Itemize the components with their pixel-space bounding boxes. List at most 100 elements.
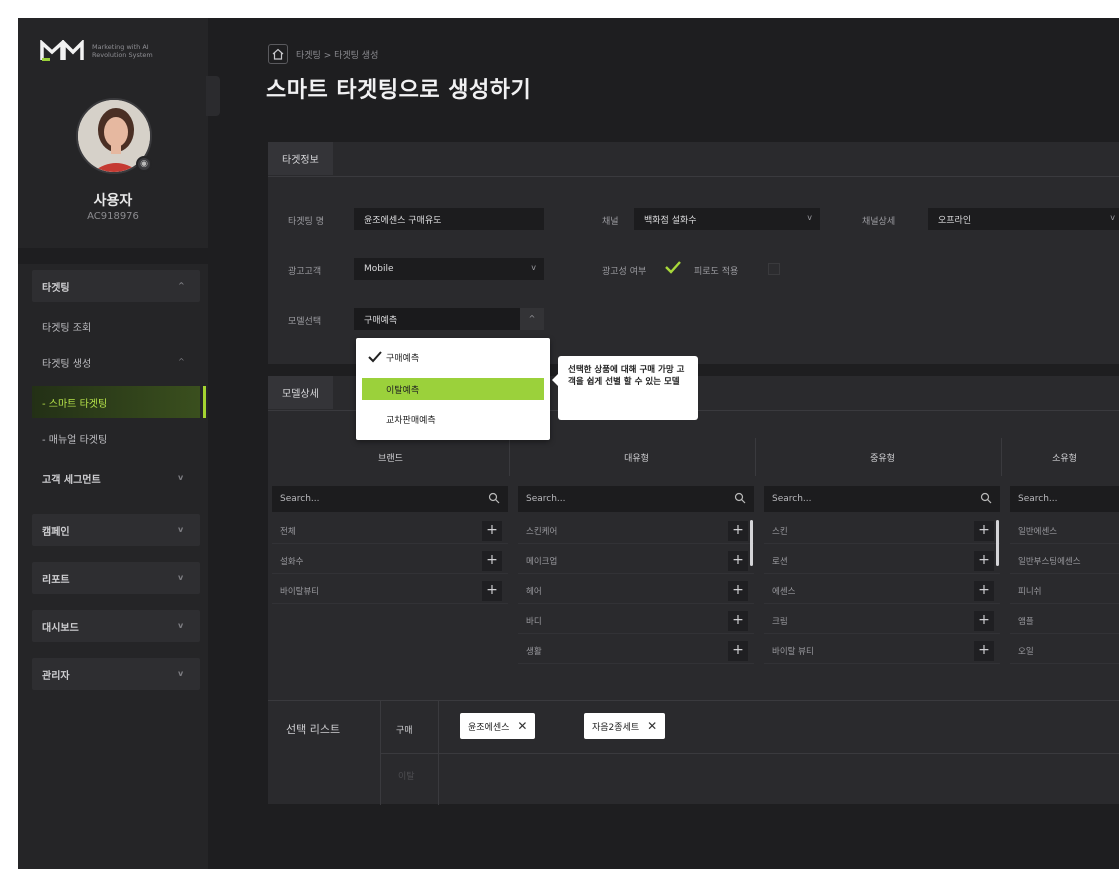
tab-target-info[interactable]: 타겟정보 bbox=[268, 142, 333, 176]
sidebar-item-targeting[interactable]: 타겟팅 ^ bbox=[32, 270, 200, 302]
add-button[interactable]: + bbox=[974, 641, 994, 661]
search-input[interactable]: Search... bbox=[272, 486, 508, 512]
list-item[interactable]: 일반부스팅에센스 bbox=[1010, 548, 1119, 574]
search-input[interactable]: Search... bbox=[1010, 486, 1119, 512]
page-title: 스마트 타겟팅으로 생성하기 bbox=[266, 78, 532, 103]
column-header: 대유형 bbox=[518, 438, 756, 476]
purchase-row-label: 구매 bbox=[396, 726, 413, 736]
dropdown-option-label: 교차판매예측 bbox=[386, 415, 436, 426]
chevron-down-icon: v bbox=[1110, 213, 1115, 222]
sidebar-item-campaign[interactable]: 캠페인 v bbox=[32, 514, 200, 546]
sidebar-item-dashboard[interactable]: 대시보드 v bbox=[32, 610, 200, 642]
sidebar-item-label: 타겟팅 bbox=[42, 282, 70, 294]
list-item-label: 헤어 bbox=[526, 586, 542, 597]
sidebar-item-report[interactable]: 리포트 v bbox=[32, 562, 200, 594]
add-button[interactable]: + bbox=[974, 611, 994, 631]
add-button[interactable]: + bbox=[728, 521, 748, 541]
scrollbar[interactable] bbox=[996, 520, 999, 566]
tab-model-detail[interactable]: 모델상세 bbox=[268, 376, 333, 410]
close-icon[interactable]: ✕ bbox=[647, 719, 657, 733]
sidebar-item-label: 타겟팅 생성 bbox=[42, 358, 92, 370]
list-item[interactable]: 바이탈 뷰티 + bbox=[764, 638, 1000, 664]
divider bbox=[18, 248, 208, 264]
dropdown-option-crosssell[interactable]: 교차판매예측 bbox=[362, 408, 544, 430]
add-button[interactable]: + bbox=[974, 521, 994, 541]
list-item[interactable]: 앰플 bbox=[1010, 608, 1119, 634]
add-button[interactable]: + bbox=[728, 581, 748, 601]
category-small-column: 소유형 Search... 일반에센스 일반부스팅에센스 피니쉬 앰플 오일 bbox=[1010, 438, 1119, 698]
chevron-down-icon: v bbox=[178, 621, 184, 630]
list-item[interactable]: 전체 + bbox=[272, 518, 508, 544]
targeting-name-input[interactable]: 윤조에센스 구매유도 bbox=[354, 208, 544, 230]
add-button[interactable]: + bbox=[482, 521, 502, 541]
model-dropdown-menu: 구매예측 이탈예측 교차판매예측 bbox=[356, 338, 550, 440]
list-item[interactable]: 메이크업 + bbox=[518, 548, 754, 574]
brand-tagline: Marketing with AI Revolution System bbox=[92, 43, 153, 59]
camera-icon[interactable]: ◉ bbox=[136, 156, 152, 172]
channel-label: 채널 bbox=[602, 217, 619, 227]
column-header: 소유형 bbox=[1052, 453, 1077, 464]
selected-chip[interactable]: 윤조에센스 ✕ bbox=[460, 713, 536, 739]
list-item[interactable]: 설화수 + bbox=[272, 548, 508, 574]
sidebar-item-admin[interactable]: 관리자 v bbox=[32, 658, 200, 690]
fatigue-checkbox[interactable] bbox=[768, 263, 780, 275]
list-item[interactable]: 로션 + bbox=[764, 548, 1000, 574]
list-item[interactable]: 크림 + bbox=[764, 608, 1000, 634]
selected-chip[interactable]: 자음2종세트 ✕ bbox=[584, 713, 666, 739]
user-name: 사용자 bbox=[93, 193, 133, 209]
close-icon[interactable]: ✕ bbox=[517, 719, 527, 733]
channel-detail-value: 오프라인 bbox=[938, 215, 972, 226]
list-item-label: 바이탈 뷰티 bbox=[772, 646, 814, 657]
breadcrumb-text[interactable]: 타겟팅 > 타겟팅 생성 bbox=[296, 48, 378, 61]
sidebar-item-targeting-list[interactable]: 타겟팅 조회 bbox=[32, 310, 200, 342]
sidebar-collapse-handle[interactable] bbox=[206, 76, 220, 116]
list-item[interactable]: 헤어 + bbox=[518, 578, 754, 604]
brand-logo[interactable]: Marketing with AI Revolution System bbox=[40, 40, 178, 62]
add-button[interactable]: + bbox=[728, 641, 748, 661]
list-item-label: 스킨케어 bbox=[526, 526, 558, 537]
sidebar: Marketing with AI Revolution System ◉ 사용… bbox=[18, 18, 208, 869]
search-icon[interactable] bbox=[488, 492, 500, 504]
scrollbar[interactable] bbox=[750, 520, 753, 566]
ad-consent-check-icon[interactable] bbox=[664, 260, 682, 274]
list-item[interactable]: 일반에센스 bbox=[1010, 518, 1119, 544]
sidebar-item-targeting-create[interactable]: 타겟팅 생성 ^ bbox=[32, 346, 200, 378]
add-button[interactable]: + bbox=[974, 551, 994, 571]
add-button[interactable]: + bbox=[728, 611, 748, 631]
search-placeholder: Search... bbox=[280, 494, 320, 504]
list-item-label: 일반부스팅에센스 bbox=[1018, 556, 1081, 567]
list-item[interactable]: 피니쉬 bbox=[1010, 578, 1119, 604]
brand-column: 브랜드 Search... 전체 + 설화수 + 바이탈뷰티 + bbox=[272, 438, 510, 698]
sidebar-item-segment[interactable]: 고객 세그먼트 v bbox=[32, 462, 200, 494]
target-info-panel: 타겟정보 타겟팅 명 윤조에센스 구매유도 채널 백화점 설화수 v 채널상세 … bbox=[268, 142, 1119, 364]
model-select[interactable]: 구매예측 ^ bbox=[354, 308, 544, 330]
channel-detail-select[interactable]: 오프라인 v bbox=[928, 208, 1119, 230]
dropdown-option-churn[interactable]: 이탈예측 bbox=[362, 378, 544, 400]
add-button[interactable]: + bbox=[728, 551, 748, 571]
list-item[interactable]: 스킨케어 + bbox=[518, 518, 754, 544]
ad-customer-label: 광고고객 bbox=[288, 267, 322, 277]
search-input[interactable]: Search... bbox=[518, 486, 754, 512]
sidebar-item-manual-targeting[interactable]: - 매뉴얼 타겟팅 bbox=[32, 422, 200, 454]
search-icon[interactable] bbox=[980, 492, 992, 504]
sidebar-item-label: 관리자 bbox=[42, 670, 70, 682]
add-button[interactable]: + bbox=[482, 551, 502, 571]
list-item[interactable]: 바이탈뷰티 + bbox=[272, 578, 508, 604]
search-input[interactable]: Search... bbox=[764, 486, 1000, 512]
channel-select[interactable]: 백화점 설화수 v bbox=[634, 208, 820, 230]
search-icon[interactable] bbox=[734, 492, 746, 504]
list-item[interactable]: 생활 + bbox=[518, 638, 754, 664]
dropdown-option-purchase[interactable]: 구매예측 bbox=[362, 346, 544, 368]
list-item-label: 바디 bbox=[526, 616, 542, 627]
ad-customer-select[interactable]: Mobile v bbox=[354, 258, 544, 280]
sidebar-item-smart-targeting[interactable]: - 스마트 타겟팅 bbox=[32, 386, 206, 418]
home-button[interactable] bbox=[268, 44, 288, 64]
list-item[interactable]: 바디 + bbox=[518, 608, 754, 634]
list-item[interactable]: 오일 bbox=[1010, 638, 1119, 664]
list-item[interactable]: 에센스 + bbox=[764, 578, 1000, 604]
add-button[interactable]: + bbox=[974, 581, 994, 601]
list-item-label: 생활 bbox=[526, 646, 542, 657]
list-item[interactable]: 스킨 + bbox=[764, 518, 1000, 544]
ad-customer-value: Mobile bbox=[364, 264, 394, 274]
add-button[interactable]: + bbox=[482, 581, 502, 601]
